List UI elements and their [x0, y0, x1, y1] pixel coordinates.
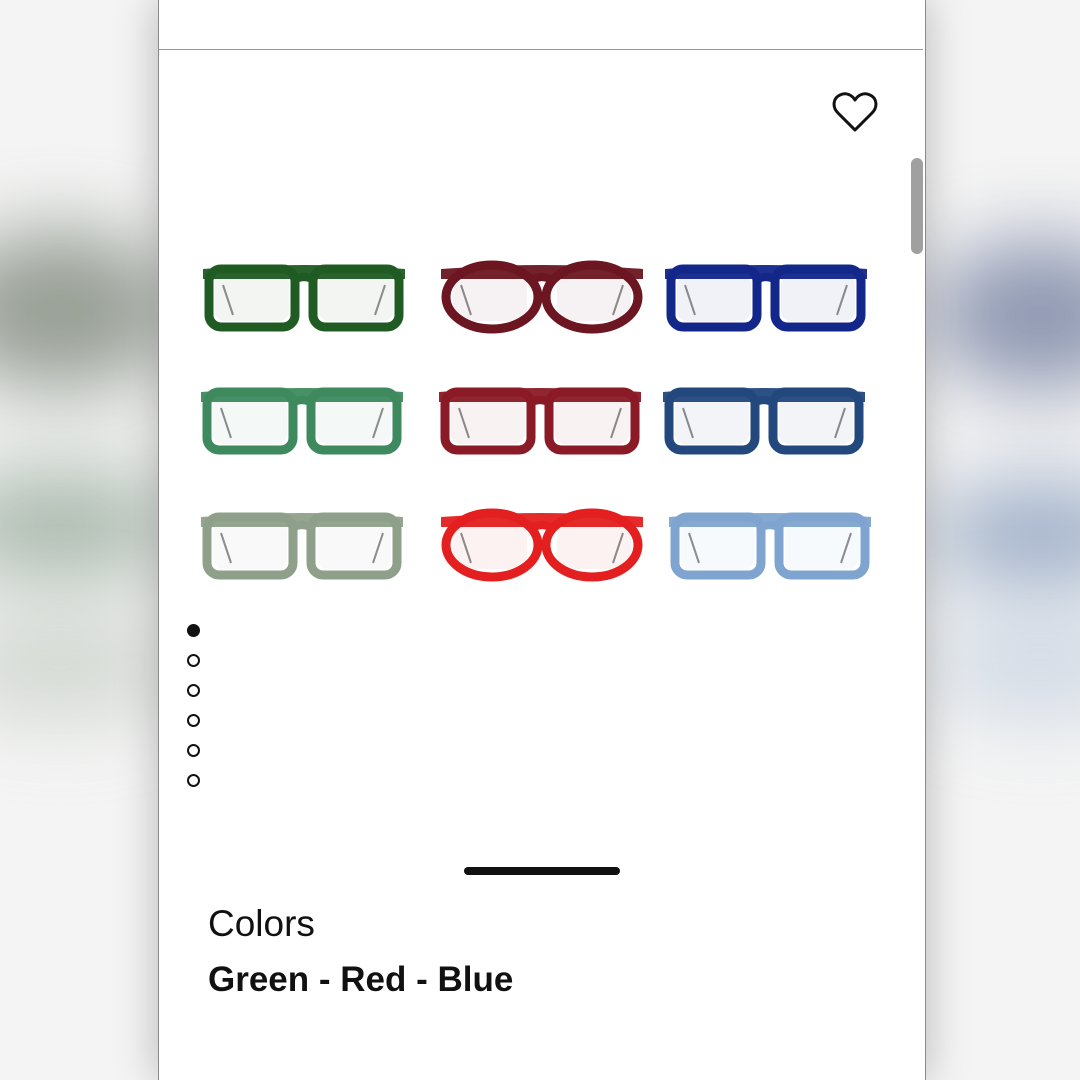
- gallery-pagination: [187, 624, 203, 804]
- sheet-drag-handle[interactable]: [464, 867, 620, 875]
- pagination-dot-6[interactable]: [187, 774, 200, 787]
- glasses-frame-4: [201, 387, 403, 455]
- heart-outline-icon: [832, 92, 878, 132]
- pagination-dot-1[interactable]: [187, 624, 200, 637]
- glasses-frame-5: [439, 387, 641, 455]
- favorite-button[interactable]: [831, 88, 879, 136]
- pagination-dot-3[interactable]: [187, 684, 200, 697]
- glasses-frame-9: [669, 512, 871, 580]
- product-details-sheet: Colors Green - Red - Blue: [159, 817, 925, 1080]
- glasses-frame-1: [203, 264, 405, 332]
- colors-value: Green - Red - Blue: [208, 960, 514, 999]
- glasses-frame-3: [665, 264, 867, 332]
- scrollbar-thumb[interactable]: [911, 158, 923, 254]
- colors-label: Colors: [208, 903, 315, 944]
- pagination-dot-4[interactable]: [187, 714, 200, 727]
- glasses-frame-7: [201, 512, 403, 580]
- pagination-dot-5[interactable]: [187, 744, 200, 757]
- pagination-dot-2[interactable]: [187, 654, 200, 667]
- glasses-frame-8: [441, 508, 643, 582]
- phone-screen: Colors Green - Red - Blue: [158, 0, 926, 1080]
- glasses-frame-6: [663, 387, 865, 455]
- product-image-gallery[interactable]: [159, 49, 923, 818]
- top-bar: [159, 0, 925, 49]
- glasses-frame-2: [441, 260, 643, 334]
